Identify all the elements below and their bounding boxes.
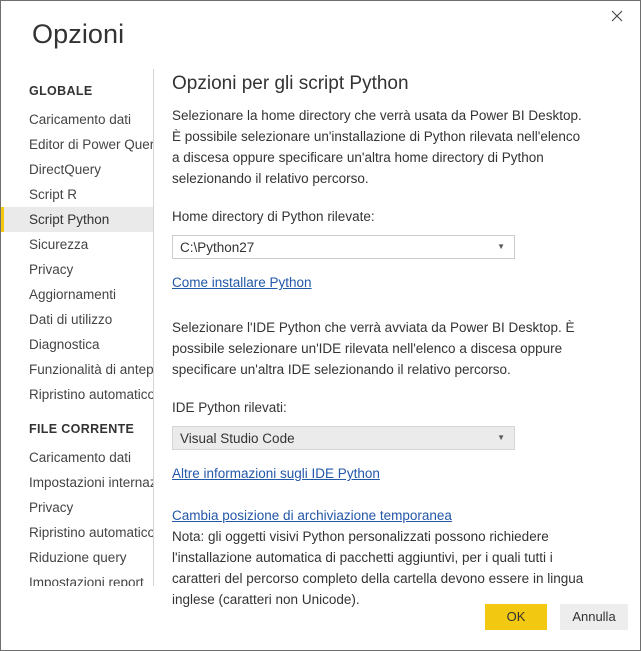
sidebar-item-ripristino-automatico[interactable]: Ripristino automatico xyxy=(1,520,153,545)
home-directory-value: C:\Python27 xyxy=(180,239,255,255)
sidebar-item-riduzione-query[interactable]: Riduzione query xyxy=(1,545,153,570)
sidebar-item-sicurezza[interactable]: Sicurezza xyxy=(1,232,153,257)
ide-label: IDE Python rilevati: xyxy=(172,400,287,415)
sidebar-item-diagnostica[interactable]: Diagnostica xyxy=(1,332,153,357)
ide-dropdown[interactable]: Visual Studio Code ▼ xyxy=(172,426,515,450)
sidebar-item-dati-di-utilizzo[interactable]: Dati di utilizzo xyxy=(1,307,153,332)
sidebar-section-heading: FILE CORRENTE xyxy=(29,422,135,436)
close-button[interactable] xyxy=(594,1,640,31)
close-icon xyxy=(611,10,623,22)
sidebar-item-impostazioni-report[interactable]: Impostazioni report xyxy=(1,570,153,586)
sidebar-section-heading: GLOBALE xyxy=(29,84,93,98)
sidebar-item-caricamento-dati[interactable]: Caricamento dati xyxy=(1,107,153,132)
options-dialog: Opzioni GLOBALE Caricamento dati Editor di… xyxy=(0,0,641,651)
dialog-footer: OK Annulla xyxy=(1,586,640,650)
sidebar-item-directquery[interactable]: DirectQuery xyxy=(1,157,153,182)
ide-info-link[interactable]: Altre informazioni sugli IDE Python xyxy=(172,464,380,484)
title-bar: Opzioni xyxy=(1,1,640,61)
chevron-down-icon: ▼ xyxy=(497,433,505,442)
sidebar-item-script-r[interactable]: Script R xyxy=(1,182,153,207)
sidebar-item-aggiornamenti[interactable]: Aggiornamenti xyxy=(1,282,153,307)
content-panel: Opzioni per gli script Python Selezionar… xyxy=(172,71,592,610)
ide-paragraph: Selezionare l'IDE Python che verrà avvia… xyxy=(172,320,575,377)
temp-storage-link[interactable]: Cambia posizione di archiviazione tempor… xyxy=(172,506,452,526)
sidebar-item-caricamento-dati[interactable]: Caricamento dati xyxy=(1,445,153,470)
sidebar-item-funzionalit-di-anteprima[interactable]: Funzionalità di anteprima xyxy=(1,357,153,382)
chevron-down-icon: ▼ xyxy=(497,242,505,251)
sidebar-item-privacy[interactable]: Privacy xyxy=(1,257,153,282)
sidebar-item-privacy[interactable]: Privacy xyxy=(1,495,153,520)
sidebar-item-ripristino-automatico[interactable]: Ripristino automatico xyxy=(1,382,153,407)
sidebar-item-impostazioni-internazionali[interactable]: Impostazioni internazionali xyxy=(1,470,153,495)
ide-value: Visual Studio Code xyxy=(180,430,295,446)
sidebar: GLOBALE Caricamento dati Editor di Power Q… xyxy=(1,69,153,586)
sidebar-item-script-python[interactable]: Script Python xyxy=(1,207,153,232)
cancel-button[interactable]: Annulla xyxy=(560,604,628,630)
install-python-link[interactable]: Come installare Python xyxy=(172,273,312,293)
content-title: Opzioni per gli script Python xyxy=(172,73,409,94)
sidebar-divider xyxy=(153,69,154,586)
home-directory-dropdown[interactable]: C:\Python27 ▼ xyxy=(172,235,515,259)
page-title: Opzioni xyxy=(32,19,125,49)
ok-button[interactable]: OK xyxy=(485,604,547,630)
intro-paragraph: Selezionare la home directory che verrà … xyxy=(172,108,582,186)
sidebar-item-editor-di-power-query[interactable]: Editor di Power Query xyxy=(1,132,153,157)
home-directory-label: Home directory di Python rilevate: xyxy=(172,209,375,224)
